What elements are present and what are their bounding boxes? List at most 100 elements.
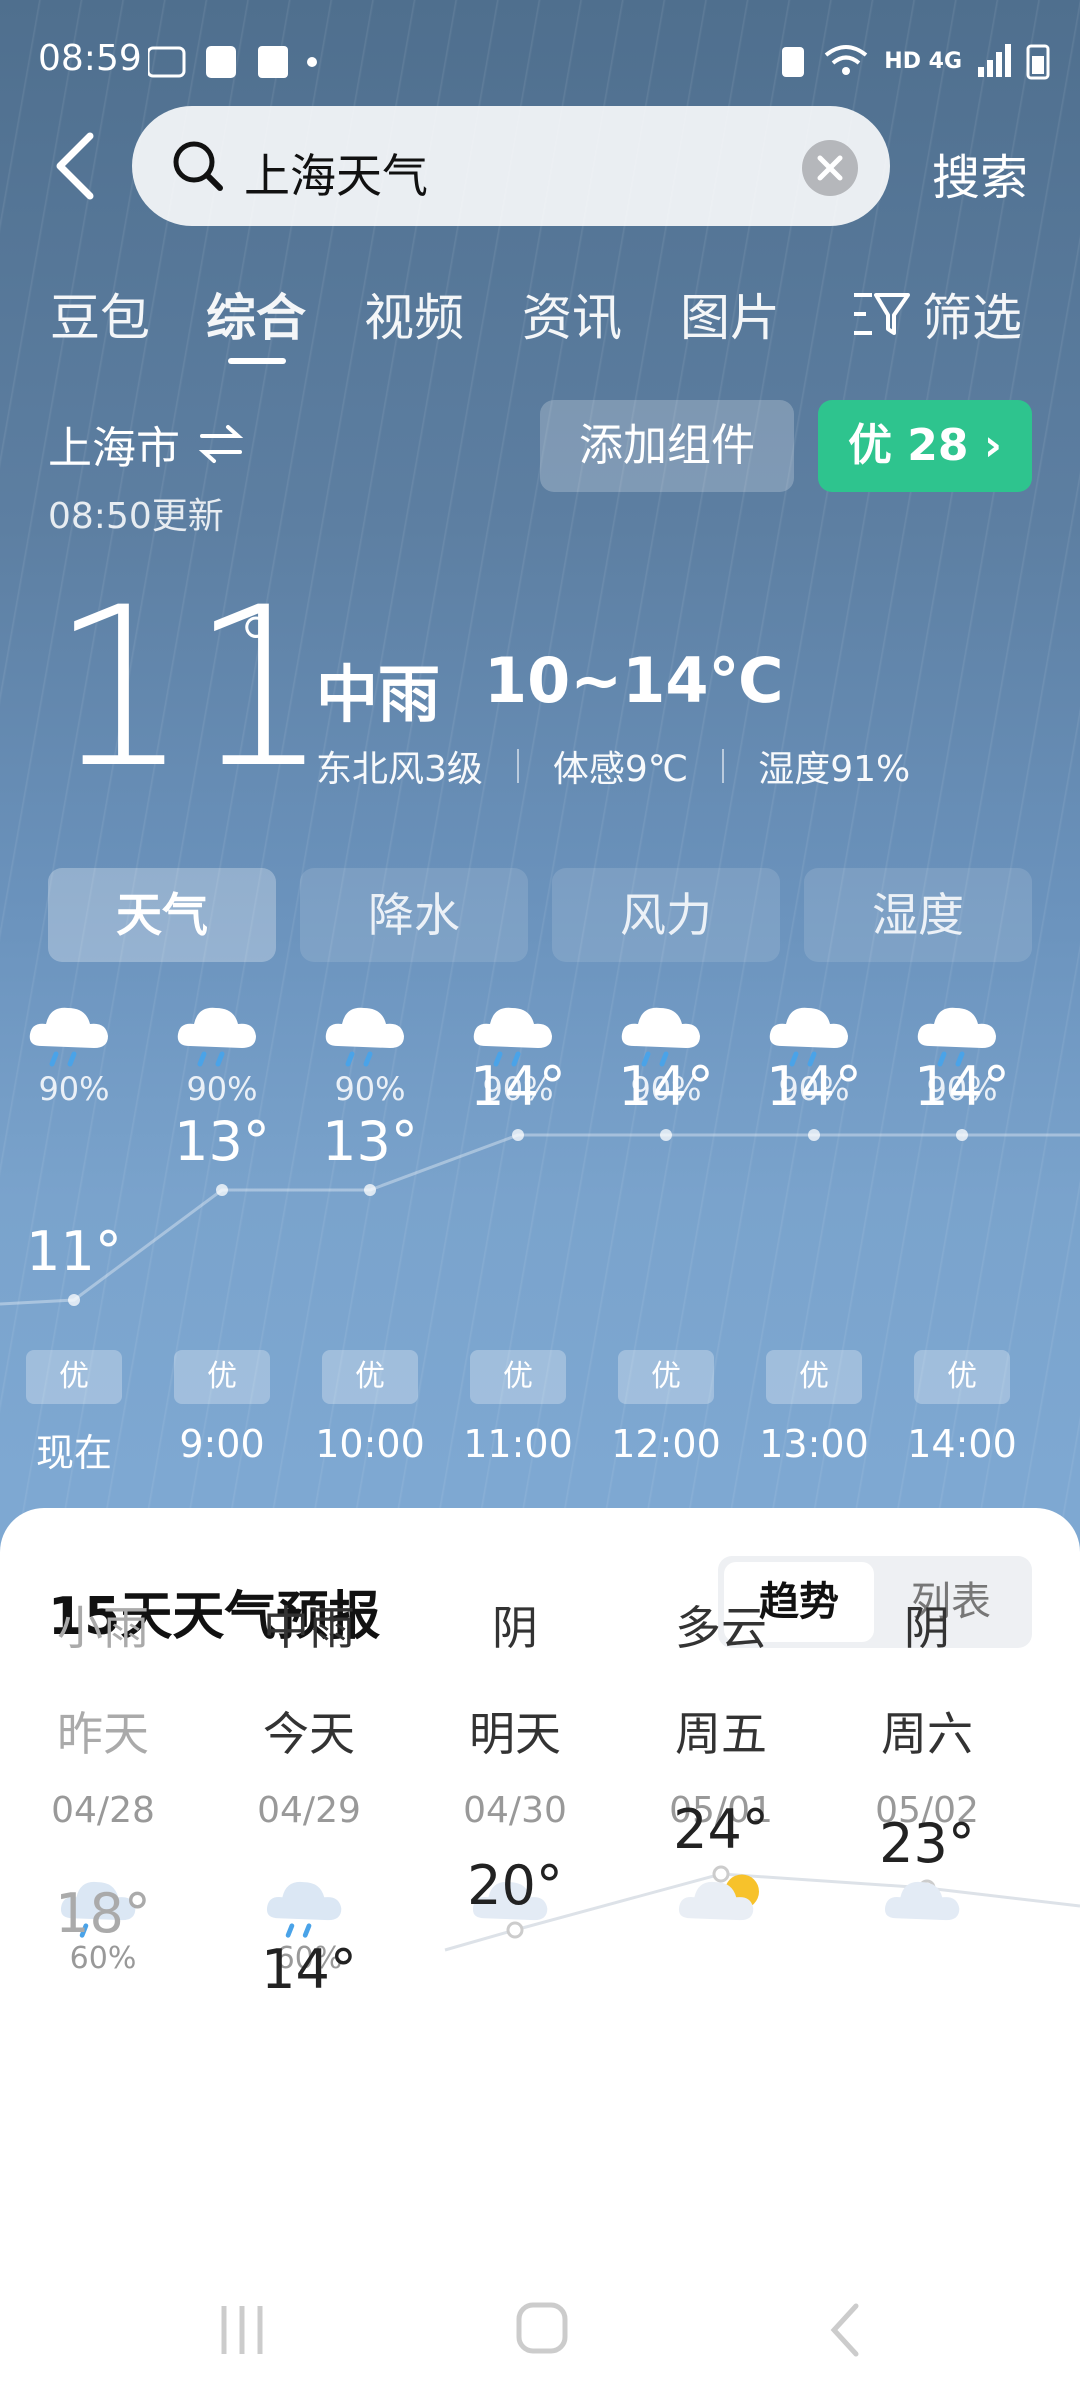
clear-search-button[interactable]	[802, 140, 858, 196]
rain-moderate-icon	[266, 1881, 342, 1938]
navigation-bar	[0, 2268, 1080, 2400]
chevron-right-icon: ›	[968, 420, 1002, 471]
hourly-mode-tabs: 天气 降水 风力 湿度	[48, 868, 1032, 962]
current-condition: 中雨	[316, 658, 441, 731]
day-column: 今天 04/29 60%	[206, 1698, 412, 1977]
forecast-card: 15天天气预报 趋势 列表 昨天 04/28 60% 小雨 18° 今天 04/29 60% 中…	[0, 1508, 1080, 2400]
hourly-point	[956, 1129, 968, 1141]
day-high-temp: 20°	[467, 1854, 563, 1917]
humidity: 湿度91%	[758, 749, 911, 790]
city-name: 上海市	[48, 423, 180, 474]
day-precip-prob	[412, 1941, 618, 1977]
mode-wind[interactable]: 风力	[552, 868, 780, 962]
hourly-aqi-badge: 优	[174, 1350, 270, 1404]
category-tabs: 豆包 综合 视频 资讯 图片 筛选	[0, 278, 1080, 368]
day-high-temp: 14°	[261, 1938, 357, 2001]
overcast-icon	[884, 1881, 960, 1921]
day-condition: 小雨	[57, 1601, 149, 1655]
day-date: 04/28	[51, 1790, 155, 1831]
day-condition: 中雨	[263, 1601, 355, 1655]
degree-symbol: °	[236, 600, 276, 693]
status-notification-icons	[148, 46, 317, 78]
close-icon	[817, 155, 843, 181]
day-date: 04/29	[257, 1790, 361, 1831]
hourly-aqi-badge: 优	[914, 1350, 1010, 1404]
hourly-icon-column: 90%	[0, 990, 148, 1108]
mode-humidity[interactable]: 湿度	[804, 868, 1032, 962]
current-details: 东北风3级 体感9℃ 湿度91%	[316, 740, 910, 792]
hourly-point	[68, 1294, 80, 1306]
wifi-icon	[825, 45, 868, 75]
search-bar[interactable]: 上海天气	[132, 106, 890, 226]
aqi-label: 优 28	[847, 420, 969, 471]
hourly-point	[364, 1184, 376, 1196]
hourly-time: 14:00	[907, 1422, 1017, 1466]
hourly-forecast[interactable]: 90% 11° 优现在 90% 13° 优 9:00 90% 13° 优 10:00 90% 14° 优 1…	[0, 990, 1080, 1480]
aqi-button[interactable]: 优 28 ›	[818, 400, 1032, 492]
hourly-temp: 14°	[766, 1055, 862, 1118]
tab-news[interactable]: 资讯	[522, 278, 622, 350]
partly-cloudy-icon	[678, 1874, 759, 1921]
tab-doubao[interactable]: 豆包	[50, 278, 150, 350]
day-name: 今天	[263, 1707, 355, 1761]
back-arrow-icon[interactable]	[44, 124, 108, 208]
rain-icon	[29, 1007, 108, 1067]
network-label: HD 4G	[884, 48, 962, 74]
rain-icon	[177, 1007, 256, 1067]
hourly-point	[660, 1129, 672, 1141]
hourly-precip-prob: 90%	[38, 1070, 110, 1108]
hourly-time: 12:00	[611, 1422, 721, 1466]
battery-icon	[1026, 44, 1050, 80]
battery-saver-icon	[782, 47, 805, 77]
hourly-aqi-badge: 优	[766, 1350, 862, 1404]
day-condition: 阴	[904, 1601, 950, 1655]
hourly-temp: 13°	[322, 1110, 418, 1173]
day-condition: 阴	[492, 1601, 538, 1655]
tab-images[interactable]: 图片	[680, 278, 780, 350]
active-tab-indicator	[228, 358, 286, 364]
add-widget-button[interactable]: 添加组件	[540, 400, 794, 492]
back-icon[interactable]	[824, 2300, 864, 2360]
signal-icon	[978, 44, 1011, 77]
rain-icon	[325, 1007, 404, 1067]
day-name: 周六	[881, 1707, 973, 1761]
switch-city-icon	[198, 425, 244, 463]
hourly-temp: 14°	[914, 1055, 1010, 1118]
home-icon[interactable]	[514, 2298, 570, 2358]
hourly-aqi-badge: 优	[470, 1350, 566, 1404]
wind: 东北风3级	[316, 749, 483, 790]
status-time: 08:59	[38, 38, 142, 79]
hourly-precip-prob: 90%	[186, 1070, 258, 1108]
hourly-icon-column: 90%	[148, 990, 296, 1108]
filter-icon	[854, 293, 910, 335]
tab-video[interactable]: 视频	[364, 278, 464, 350]
day-name: 明天	[469, 1707, 561, 1761]
tab-all[interactable]: 综合	[206, 278, 306, 350]
hourly-temp: 14°	[618, 1055, 714, 1118]
day-name: 昨天	[57, 1707, 149, 1761]
feels-like: 体感9℃	[552, 749, 689, 790]
day-high-temp: 24°	[673, 1798, 769, 1861]
location[interactable]: 上海市	[48, 412, 244, 476]
status-right-icons: HD 4G	[778, 42, 1050, 80]
mode-precipitation[interactable]: 降水	[300, 868, 528, 962]
hourly-temp: 14°	[470, 1055, 566, 1118]
divider	[722, 749, 725, 783]
hourly-aqi-badge: 优	[26, 1350, 122, 1404]
hourly-temp: 11°	[26, 1220, 122, 1283]
hourly-point	[808, 1129, 820, 1141]
current-temperature: 11	[50, 560, 330, 816]
mode-weather[interactable]: 天气	[48, 868, 276, 962]
day-column: 明天 04/30	[412, 1698, 618, 1977]
hourly-icon-column: 90%	[296, 990, 444, 1108]
hourly-point	[216, 1184, 228, 1196]
hourly-aqi-badge: 优	[618, 1350, 714, 1404]
filter-button[interactable]: 筛选	[850, 278, 1022, 350]
search-button[interactable]: 搜索	[932, 138, 1028, 208]
day-precip-prob: 60%	[69, 1941, 137, 1976]
day-precip-prob	[618, 1941, 824, 1977]
recent-apps-icon[interactable]	[216, 2302, 268, 2358]
search-input[interactable]: 上海天气	[244, 140, 428, 206]
day-high-temp: 18°	[55, 1882, 151, 1945]
day-high-temp: 23°	[879, 1812, 975, 1875]
